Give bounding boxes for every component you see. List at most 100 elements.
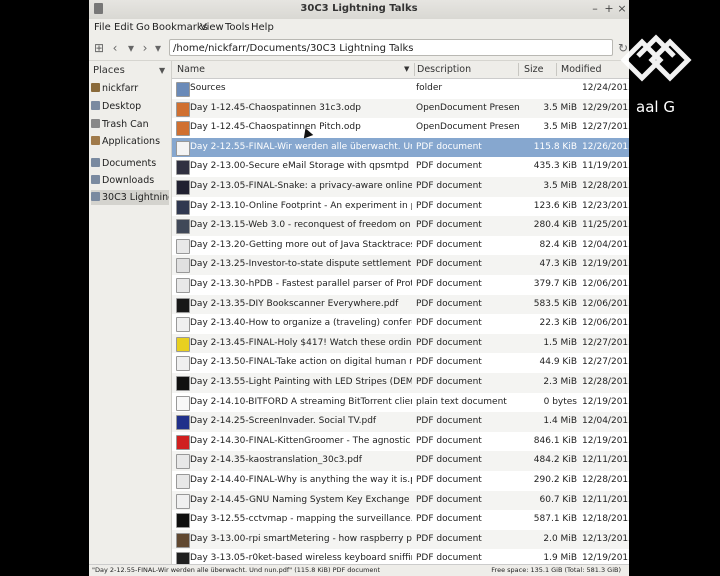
file-size: 3.5 MiB (543, 102, 577, 113)
minimize-icon[interactable]: – (589, 2, 601, 15)
sidebar-item-label: Applications (102, 136, 161, 147)
sidebar-item-label: nickfarr (102, 83, 139, 94)
pdf-icon (176, 317, 190, 333)
file-row[interactable]: Sourcesfolder12/24/2013 18:16 (172, 79, 629, 99)
column-size[interactable]: Size (524, 64, 544, 75)
file-row[interactable]: Day 2-13.55-Light Painting with LED Stri… (172, 373, 629, 393)
file-row[interactable]: Day 2-14.45-GNU Naming System Key Exchan… (172, 490, 629, 511)
location-bar[interactable]: /home/nickfarr/Documents/30C3 Lightning … (169, 39, 613, 56)
places-header[interactable]: Places (93, 65, 125, 76)
new-tab-icon[interactable]: ⊞ (92, 41, 106, 55)
file-modified: 12/19/2013 19:59 (582, 396, 629, 407)
text-icon (176, 395, 190, 411)
file-description: folder (416, 83, 443, 93)
file-name: Day 2-13.15-Web 3.0 - reconquest of free… (190, 220, 412, 231)
file-name: Day 2-13.30-hPDB - Fastest parallel pars… (190, 279, 412, 289)
menu-view[interactable]: View (200, 22, 224, 33)
file-description: PDF document (416, 514, 482, 525)
menu-tools[interactable]: Tools (225, 22, 250, 33)
forward-dropdown-icon[interactable]: ▾ (151, 41, 165, 55)
file-description: PDF document (416, 239, 482, 250)
pdf-icon (176, 376, 190, 391)
file-row[interactable]: Day 2-14.10-BITFORD A streaming BitTorre… (172, 393, 629, 413)
file-name: Day 2-13.25-Investor-to-state dispute se… (190, 259, 412, 270)
file-row[interactable]: Day 2-13.45-FINAL-Holy $417! Watch these… (172, 333, 629, 354)
file-row[interactable]: Day 2-13.00-Secure eMail Storage with qp… (172, 157, 629, 177)
file-row[interactable]: Day 1-12.45-Chaospatinnen Pitch.odp OpenD… (172, 118, 629, 138)
file-row[interactable]: Day 2-13.05-FINAL-Snake: a privacy-aware… (172, 177, 629, 197)
menu-go[interactable]: Go (136, 22, 150, 33)
back-dropdown-icon[interactable]: ▾ (124, 41, 138, 55)
column-description[interactable]: Description (417, 64, 471, 75)
file-row[interactable]: Day 2-13.10-Online Footprint - An experi… (172, 197, 629, 217)
file-description: PDF document (416, 475, 482, 485)
sidebar-item[interactable]: Desktop (91, 99, 169, 114)
close-icon[interactable]: × (616, 2, 628, 15)
back-icon[interactable]: ‹ (108, 41, 122, 55)
file-description: PDF document (416, 220, 482, 231)
forward-icon[interactable]: › (138, 41, 152, 55)
sidebar-item[interactable]: Downloads (91, 173, 169, 188)
channel-logo-icon (620, 34, 692, 82)
column-name[interactable]: Name (177, 64, 205, 75)
sidebar-item[interactable]: Applications (91, 134, 169, 149)
pdf-icon (176, 278, 190, 293)
menu-help[interactable]: Help (251, 22, 274, 33)
file-row[interactable]: Day 1-12.45-Chaospatinnen 31c3.odp OpenDo… (172, 98, 629, 119)
file-name: Sources (190, 83, 226, 93)
file-name: Day 2-14.10-BITFORD A streaming BitTorre… (190, 396, 412, 407)
file-modified: 12/28/2013 07:01 (582, 181, 629, 191)
pdf-icon (176, 336, 190, 352)
file-row[interactable]: Day 3-12.55-cctvmap - mapping the survei… (172, 510, 629, 530)
column-modified[interactable]: Modified (561, 64, 602, 75)
sidebar-item[interactable]: Documents (91, 156, 169, 171)
title-bar[interactable]: 30C3 Lightning Talks – + × (89, 0, 629, 20)
file-row[interactable]: Day 2-13.35-DIY Bookscanner Everywhere.p… (172, 294, 629, 315)
file-row[interactable]: Day 2-14.30-FINAL-KittenGroomer - The ag… (172, 432, 629, 452)
file-row[interactable]: Day 2-12.55-FINAL-Wir werden alle überwa… (172, 137, 629, 158)
logo-text: aal G (636, 98, 675, 116)
file-modified: 12/28/2013 04:39 (582, 475, 629, 485)
desktop-icon (91, 101, 100, 110)
file-size: 3.5 MiB (543, 122, 577, 133)
maximize-icon[interactable]: + (603, 2, 615, 15)
pdf-icon (176, 199, 190, 215)
sidebar-item[interactable]: Trash Can (91, 117, 169, 132)
file-row[interactable]: Day 2-13.20-Getting more out of Java Sta… (172, 236, 629, 256)
pdf-icon (176, 297, 190, 313)
menu-edit[interactable]: Edit (114, 22, 133, 33)
file-description: PDF document (416, 200, 482, 211)
pdf-icon (176, 532, 190, 548)
file-name: Day 2-13.05-FINAL-Snake: a privacy-aware… (190, 181, 412, 191)
file-row[interactable]: Day 2-13.50-FINAL-Take action on digital… (172, 353, 629, 373)
pdf-icon (176, 474, 190, 489)
menu-file[interactable]: File (94, 22, 111, 33)
file-row[interactable]: Day 3-13.00-rpi smartMetering - how rasp… (172, 529, 629, 550)
file-row[interactable]: Day 2-13.15-Web 3.0 - reconquest of free… (172, 216, 629, 236)
file-modified: 11/25/2013 21:55 (582, 220, 629, 231)
file-row[interactable]: Day 2-13.40-How to organize a (traveling… (172, 314, 629, 334)
presentation-icon (176, 121, 190, 137)
pdf-icon (176, 513, 190, 529)
folder-icon (91, 192, 100, 201)
file-list: Name ▼ Description Size Modified Sources… (172, 61, 629, 568)
file-row[interactable]: Day 2-14.25-ScreenInvader. Social TV.pdf… (172, 412, 629, 432)
file-modified: 12/04/2013 17:47 (582, 416, 629, 427)
sidebar-item[interactable]: 30C3 Lightning T... (91, 190, 169, 205)
file-row[interactable]: Day 2-13.30-hPDB - Fastest parallel pars… (172, 275, 629, 295)
file-size: 44.9 KiB (539, 357, 577, 368)
file-size: 2.3 MiB (543, 377, 577, 387)
file-size: 484.2 KiB (533, 455, 577, 466)
file-modified: 12/27/2013 21:04 (582, 337, 629, 348)
file-name: Day 2-13.40-How to organize a (traveling… (190, 318, 412, 329)
file-manager-window: 30C3 Lightning Talks – + × File Edit Go … (89, 0, 629, 576)
pdf-icon (176, 180, 190, 195)
sort-chevron-icon[interactable]: ▼ (404, 65, 409, 73)
pdf-icon (176, 258, 190, 274)
sidebar-item[interactable]: nickfarr (91, 81, 169, 96)
file-row[interactable]: Day 2-13.25-Investor-to-state dispute se… (172, 255, 629, 275)
chevron-down-icon[interactable]: ▼ (159, 66, 165, 75)
file-row[interactable]: Day 2-14.35-kaostranslation_30c3.pdf PDF … (172, 451, 629, 471)
file-row[interactable]: Day 2-14.40-FINAL-Why is anything the wa… (172, 471, 629, 491)
file-name: Day 2-14.45-GNU Naming System Key Exchan… (190, 494, 412, 505)
